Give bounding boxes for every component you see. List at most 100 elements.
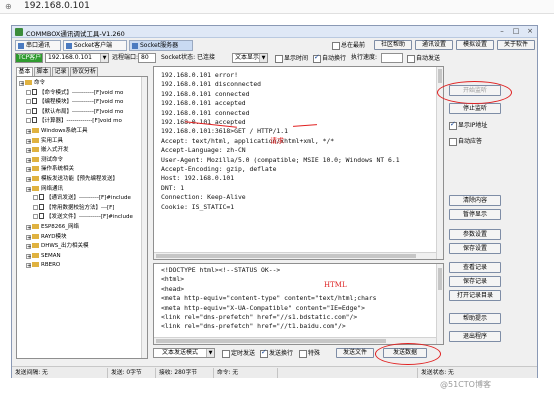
expand-icon[interactable]: + — [26, 138, 31, 144]
tab-socket-client[interactable]: Socket客户端 — [63, 40, 127, 51]
open-record-dir-button[interactable]: 打开记录目录 — [449, 290, 501, 301]
tree-folder[interactable]: + RBERO — [26, 261, 60, 269]
tree-folder[interactable]: + Windows系统工具 — [26, 127, 88, 135]
start-listen-highlight — [437, 81, 512, 104]
tree-item[interactable]: 【通讯发送】----------[F]#include — [33, 194, 131, 202]
expand-icon[interactable] — [33, 195, 38, 201]
community-help-button[interactable]: 社区帮助 — [374, 40, 412, 50]
expand-icon[interactable]: + — [26, 244, 31, 250]
command-tree[interactable]: + 命令 【命令模式】-----------[F]void mo 【编程模块】----… — [16, 76, 148, 359]
expand-icon[interactable] — [26, 89, 31, 95]
tree-label: DHWS_出力相关模 — [41, 243, 89, 250]
tree-item[interactable]: 【计算器】-------------[F]void mo — [26, 117, 122, 125]
stop-listen-button[interactable]: 停止监听 — [449, 103, 501, 114]
minimize-button[interactable]: – — [495, 27, 509, 36]
expand-icon[interactable]: + — [26, 253, 31, 259]
comm-settings-button[interactable]: 通讯设置 — [415, 40, 453, 50]
tree-folder[interactable]: + 实用工具 — [26, 137, 63, 145]
show-time-checkbox[interactable]: 显示时间 — [275, 54, 308, 63]
expand-icon[interactable]: + — [26, 186, 31, 192]
maximize-button[interactable]: □ — [509, 27, 523, 36]
tab-socket-server[interactable]: Socket服务器 — [129, 40, 193, 51]
exec-speed-field[interactable] — [381, 53, 403, 63]
expand-icon[interactable]: + — [26, 129, 31, 135]
site-info-icon[interactable]: ⊕ — [5, 2, 12, 11]
show-ip-checkbox[interactable]: 显示IP地址 — [449, 120, 487, 130]
tab-basic[interactable]: 基本 — [16, 67, 33, 76]
receive-hscroll[interactable] — [154, 252, 436, 259]
send-vscroll[interactable] — [436, 264, 443, 344]
document-icon — [32, 88, 37, 95]
title-bar: COMMBOX通讯调试工具-V1.260 – □ × — [12, 26, 537, 38]
expand-icon[interactable]: + — [19, 81, 24, 87]
tree-folder[interactable]: + ESP8266_网络 — [26, 223, 79, 231]
expand-icon[interactable]: + — [26, 177, 31, 183]
tree-folder[interactable]: + RAYD模块 — [26, 233, 67, 241]
receive-line: Host: 192.168.0.101 — [161, 174, 235, 183]
folder-icon — [32, 128, 39, 133]
tab-serial[interactable]: 串口通讯 — [15, 40, 61, 51]
param-settings-button[interactable]: 参数设置 — [449, 229, 501, 240]
auto-send-checkbox[interactable]: 自动发送 — [407, 54, 440, 63]
receive-area[interactable]: Cookie: IS_STATIC=1 Connection: Keep-Aliv… — [153, 66, 444, 260]
save-records-button[interactable]: 保存记录 — [449, 276, 501, 287]
timed-send-checkbox[interactable]: 定时发送 — [222, 349, 255, 358]
send-newline-checkbox[interactable]: 发送换行 — [260, 348, 293, 358]
expand-icon[interactable] — [26, 118, 31, 124]
folder-icon — [25, 80, 32, 85]
folder-icon — [32, 243, 39, 249]
always-on-top-checkbox[interactable]: 总在最前 — [332, 41, 365, 50]
tree-folder[interactable]: + SEMAN — [26, 252, 61, 260]
display-mode-select[interactable]: 文本显示 ▼ — [232, 53, 268, 63]
expand-icon[interactable]: + — [26, 157, 31, 163]
tree-item[interactable]: 【常用数据校验方法】---[F] — [33, 203, 114, 212]
tree-root[interactable]: + 命令 — [19, 79, 45, 87]
expand-icon[interactable] — [33, 204, 38, 210]
sim-settings-button[interactable]: 模拟设置 — [456, 40, 494, 50]
help-tips-button[interactable]: 帮助提示 — [449, 313, 501, 324]
send-mode-select[interactable]: 文本发送模式 ▼ — [153, 348, 215, 358]
port-field[interactable]: 80 — [138, 53, 156, 63]
tab-record[interactable]: 记录 — [52, 67, 69, 76]
host-select[interactable]: 192.168.0.101 ▼ — [45, 53, 109, 63]
send-file-button[interactable]: 发送文件 — [336, 348, 374, 358]
tree-folder[interactable]: + 模板发送功能【预先编程发送】 — [26, 175, 118, 183]
app-icon — [15, 28, 23, 36]
expand-icon[interactable] — [26, 99, 31, 105]
auto-reply-checkbox[interactable]: 自动应答 — [449, 137, 482, 146]
protocol-select[interactable]: TCP客户 — [15, 53, 43, 63]
address-url[interactable]: 192.168.0.101 — [24, 1, 90, 11]
expand-icon[interactable]: + — [26, 234, 31, 240]
exit-button[interactable]: 退出程序 — [449, 331, 501, 342]
send-data-highlight — [375, 343, 441, 365]
tree-folder[interactable]: + 操作系统相关 — [26, 165, 74, 173]
clear-content-button[interactable]: 清除内容 — [449, 195, 501, 206]
expand-icon[interactable]: + — [26, 148, 31, 154]
chevron-down-icon: ▼ — [100, 54, 108, 62]
close-button[interactable]: × — [523, 27, 537, 36]
expand-icon[interactable]: + — [26, 167, 31, 173]
expand-icon[interactable]: + — [26, 225, 31, 231]
tree-folder[interactable]: + DHWS_出力相关模 — [26, 242, 89, 250]
about-button[interactable]: 关于软件 — [497, 40, 535, 50]
view-records-button[interactable]: 查看记录 — [449, 262, 501, 273]
tree-scrollbar[interactable] — [141, 77, 147, 358]
tree-item[interactable]: 【命令模式】-----------[F]void mo — [26, 88, 123, 97]
special-checkbox[interactable]: 特殊 — [299, 349, 320, 358]
expand-icon[interactable] — [26, 108, 31, 114]
tree-item[interactable]: 【默认布局】-----------[F]void mo — [26, 107, 123, 116]
tree-folder[interactable]: + 嵌入式开发 — [26, 146, 69, 154]
pause-display-button[interactable]: 暂停显示 — [449, 209, 501, 220]
save-settings-button[interactable]: 保存设置 — [449, 243, 501, 254]
tree-folder[interactable]: + 网络通讯 — [26, 185, 63, 193]
tree-item[interactable]: 【发送文件】-----------[F]#include — [33, 213, 133, 221]
tree-folder[interactable]: + 测试命令 — [26, 156, 63, 164]
tab-script[interactable]: 脚本 — [34, 67, 51, 76]
tab-protocol[interactable]: 协议分析 — [70, 67, 98, 76]
send-area[interactable]: <link rel="dns-prefetch" href="//t1.baid… — [153, 263, 444, 345]
expand-icon[interactable]: + — [26, 263, 31, 269]
folder-icon — [32, 185, 39, 191]
tree-item[interactable]: 【编程模块】-----------[F]void mo — [26, 98, 123, 106]
expand-icon[interactable] — [33, 214, 38, 220]
auto-wrap-checkbox[interactable]: 自动换行 — [313, 53, 346, 63]
